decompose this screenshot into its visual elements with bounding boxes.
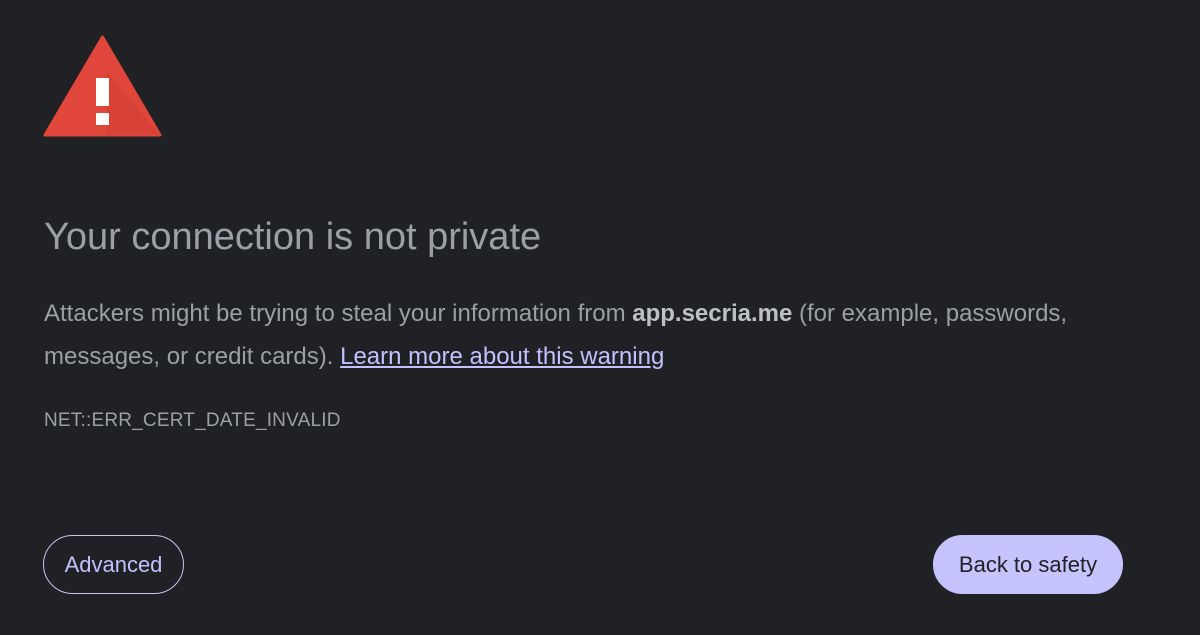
page-title: Your connection is not private bbox=[44, 216, 542, 258]
host-name: app.secria.me bbox=[632, 300, 793, 327]
error-code: NET::ERR_CERT_DATE_INVALID bbox=[44, 410, 341, 431]
description-text: Attackers might be trying to steal your … bbox=[44, 300, 633, 327]
warning-description: Attackers might be trying to steal your … bbox=[44, 292, 1164, 378]
warning-triangle-icon bbox=[43, 35, 162, 137]
back-to-safety-button[interactable]: Back to safety bbox=[933, 535, 1123, 594]
learn-more-link[interactable]: Learn more about this warning bbox=[340, 343, 664, 370]
advanced-button[interactable]: Advanced bbox=[43, 535, 184, 594]
